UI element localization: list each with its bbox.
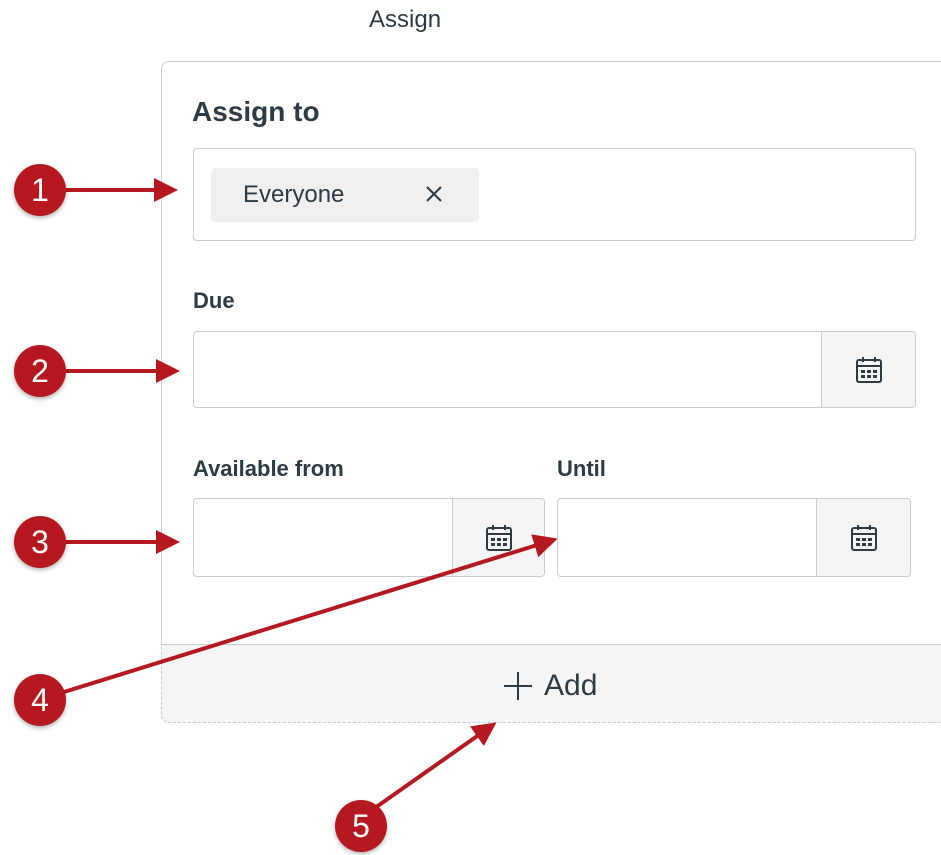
callout-badge-2: 2 bbox=[14, 345, 66, 397]
calendar-icon bbox=[850, 524, 877, 551]
available-from-field bbox=[193, 498, 545, 577]
assignee-chip-everyone: Everyone bbox=[211, 168, 479, 222]
callout-badge-5: 5 bbox=[335, 800, 387, 852]
section-title: Assign bbox=[369, 6, 442, 33]
callout-badge-1: 1 bbox=[14, 164, 66, 216]
until-calendar-button[interactable] bbox=[816, 499, 910, 576]
callout-badge-4: 4 bbox=[14, 674, 66, 726]
due-date-input[interactable] bbox=[194, 332, 847, 407]
due-date-field bbox=[193, 331, 916, 408]
add-button-label: Add bbox=[544, 669, 598, 702]
add-button[interactable]: Add bbox=[500, 663, 597, 709]
calendar-icon bbox=[485, 524, 512, 551]
plus-icon bbox=[504, 672, 532, 700]
until-label: Until bbox=[557, 456, 606, 481]
until-input[interactable] bbox=[558, 499, 842, 576]
until-field bbox=[557, 498, 911, 577]
assignee-chip-label: Everyone bbox=[243, 181, 345, 208]
available-from-label: Available from bbox=[193, 456, 344, 481]
available-from-calendar-button[interactable] bbox=[452, 499, 544, 576]
due-label: Due bbox=[193, 288, 235, 313]
due-calendar-button[interactable] bbox=[821, 332, 915, 407]
close-icon[interactable] bbox=[421, 181, 447, 207]
callout-badge-3: 3 bbox=[14, 516, 66, 568]
callout-arrow-5 bbox=[370, 722, 497, 812]
calendar-icon bbox=[855, 356, 882, 383]
available-from-input[interactable] bbox=[194, 499, 478, 576]
assign-to-label: Assign to bbox=[192, 96, 320, 127]
